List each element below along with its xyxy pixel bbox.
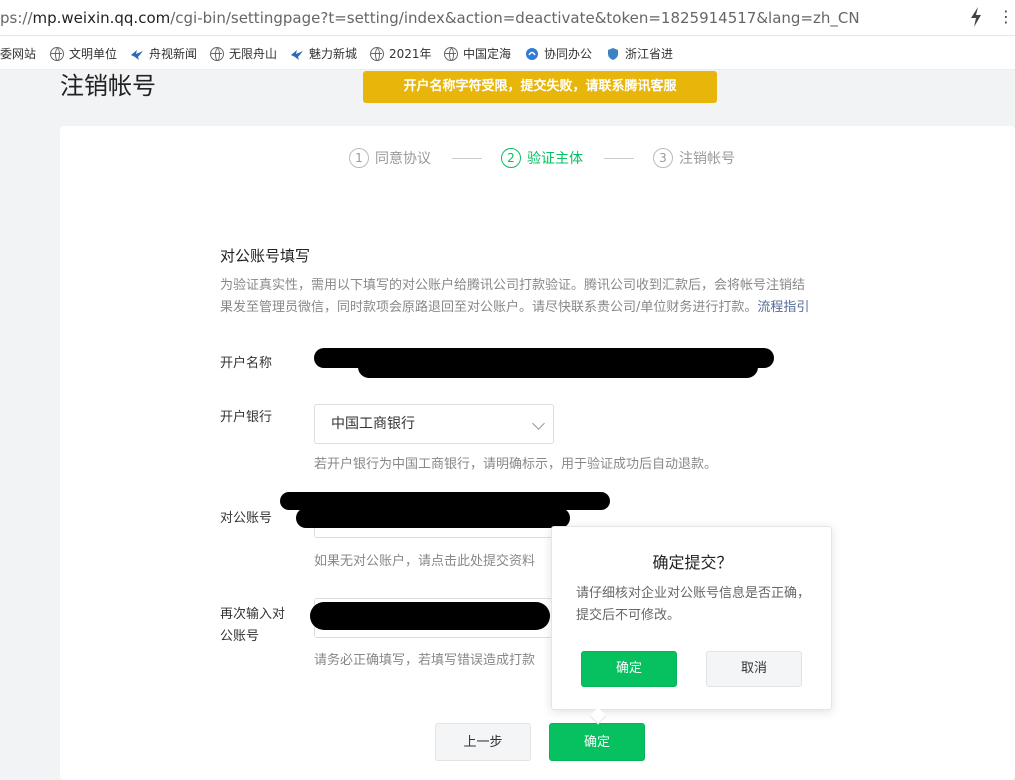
bookmark-label: 委网站 [0, 47, 37, 61]
bookmark-item[interactable]: 中国定海 [444, 45, 511, 62]
bookmark-item[interactable]: 无限舟山 [210, 45, 277, 62]
bookmark-label: 2021年 [389, 47, 432, 61]
reenter-label-line: 公账号 [220, 629, 260, 644]
reenter-label-line: 再次输入对 [220, 607, 286, 622]
account-number-label: 对公账号 [220, 511, 273, 526]
account-name-label: 开户名称 [220, 356, 273, 371]
bookmark-item[interactable]: 魅力新城 [290, 45, 357, 62]
prev-step-button[interactable]: 上一步 [435, 723, 531, 761]
step-verify: 2 验证主体 [501, 148, 583, 168]
bookmark-label: 舟视新闻 [149, 47, 198, 61]
bookmark-label: 浙江省进 [625, 47, 674, 61]
bank-select[interactable]: 中国工商银行 [314, 404, 554, 444]
bookmark-item[interactable]: 文明单位 [50, 45, 117, 62]
section-description: 为验证真实性，需用以下填写的对公账户给腾讯公司打款验证。腾讯公司收到汇款后，会将… [220, 275, 860, 319]
bird-icon [291, 49, 303, 60]
confirm-popover: 确定提交？ 请仔细核对企业对公账号信息是否正确，提交后不可修改。 确定 取消 [551, 526, 832, 725]
bookmark-label: 文明单位 [69, 47, 118, 61]
url-path: /cgi-bin/settingpage?t=setting/index&act… [170, 9, 860, 27]
step-label: 同意协议 [375, 151, 431, 167]
bookmark-label: 中国定海 [463, 47, 512, 61]
popover-ok-button[interactable]: 确定 [581, 651, 677, 687]
globe-icon [210, 46, 224, 61]
bank-label: 开户银行 [220, 410, 273, 425]
step-number: 3 [653, 148, 673, 168]
bank-select-value: 中国工商银行 [331, 416, 415, 432]
bank-hint: 若开户银行为中国工商银行，请明确标示，用于验证成功后自动退款。 [314, 457, 718, 472]
cloud-icon [526, 47, 538, 60]
step-agree: 1 同意协议 [349, 148, 431, 168]
confirm-button[interactable]: 确定 [549, 723, 645, 761]
browser-menu-icon[interactable]: ⋮ [998, 7, 1014, 27]
chevron-down-icon [532, 417, 545, 430]
popover-cancel-button[interactable]: 取消 [706, 651, 802, 687]
step-label: 注销帐号 [679, 151, 735, 167]
step-label: 验证主体 [527, 151, 583, 167]
section-title: 对公账号填写 [220, 247, 311, 265]
bookmark-item[interactable]: 舟视新闻 [130, 45, 197, 62]
step-number: 2 [501, 148, 521, 168]
page-title: 注销帐号 [60, 72, 156, 100]
url-text[interactable]: ps://mp.weixin.qq.com/cgi-bin/settingpag… [0, 9, 860, 27]
bookmark-label: 协同办公 [544, 47, 593, 61]
bookmark-item[interactable]: 委网站 [0, 45, 36, 62]
shield-icon [608, 47, 618, 60]
description-text: 果发至管理员微信，同时款项会原路退回至对公账户。请尽快联系贵公司/单位财务进行打… [220, 300, 758, 315]
step-divider [604, 158, 634, 159]
url-host: mp.weixin.qq.com [32, 9, 171, 27]
bookmarks-bar: 委网站 文明单位 舟视新闻 无限舟山 魅力新城 2021年 中国定海 协同办公 … [0, 36, 1015, 70]
bookmark-item[interactable]: 协同办公 [525, 45, 592, 62]
step-divider [452, 158, 482, 159]
bookmark-item[interactable]: 浙江省进 [606, 45, 673, 62]
bookmark-label: 无限舟山 [229, 47, 278, 61]
step-deactivate: 3 注销帐号 [653, 148, 735, 168]
reenter-account-hint: 请务必正确填写，若填写错误造成打款 [314, 653, 536, 668]
step-number: 1 [349, 148, 369, 168]
bird-icon [131, 49, 143, 60]
globe-icon [50, 46, 64, 61]
flow-guide-link[interactable]: 流程指引 [757, 300, 809, 315]
redaction-mark [296, 508, 570, 528]
description-line: 为验证真实性，需用以下填写的对公账户给腾讯公司打款验证。腾讯公司收到汇款后，会将… [220, 278, 806, 293]
popover-title: 确定提交？ [652, 553, 733, 572]
bookmark-item[interactable]: 2021年 [370, 45, 432, 62]
account-number-hint[interactable]: 如果无对公账户，请点击此处提交资料 [314, 550, 535, 569]
description-line-2: 果发至管理员微信，同时款项会原路退回至对公账户。请尽快联系贵公司/单位财务进行打… [220, 297, 860, 319]
lightning-icon[interactable] [968, 6, 984, 28]
redaction-mark [358, 356, 758, 378]
address-bar[interactable]: ps://mp.weixin.qq.com/cgi-bin/settingpag… [0, 0, 1015, 36]
globe-icon [370, 46, 384, 61]
error-toast: 开户名称字符受限，提交失败，请联系腾讯客服 [363, 71, 717, 103]
reenter-account-label: 再次输入对 公账号 [220, 604, 285, 648]
globe-icon [444, 46, 458, 61]
redaction-mark [310, 602, 550, 630]
popover-message: 请仔细核对企业对公账号信息是否正确，提交后不可修改。 [576, 586, 811, 623]
bookmark-label: 魅力新城 [309, 47, 358, 61]
url-prefix: ps:// [0, 9, 33, 27]
